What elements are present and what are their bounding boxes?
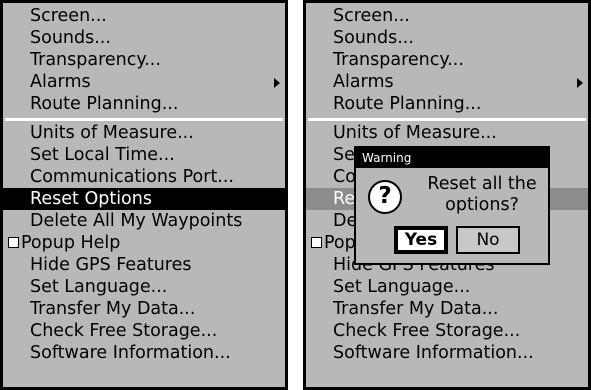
dialog-message: Reset all the options?: [412, 174, 552, 216]
dialog-message-line1: Reset all the: [427, 174, 537, 194]
menu-item-transfer-my-data[interactable]: Transfer My Data...: [3, 298, 285, 320]
menu-item-transfer-my-data[interactable]: Transfer My Data...: [306, 298, 588, 320]
no-button[interactable]: No: [456, 226, 520, 254]
menu-item-route-planning[interactable]: Route Planning...: [306, 93, 588, 115]
menu-item-software-information[interactable]: Software Information...: [306, 342, 588, 364]
menu-item-label: Alarms: [30, 72, 91, 92]
question-icon: ?: [368, 180, 402, 214]
popup-help-checkbox[interactable]: [311, 237, 322, 248]
menu-item-transparency[interactable]: Transparency...: [3, 49, 285, 71]
menu-item-alarms[interactable]: Alarms: [306, 71, 588, 93]
menu-item-hide-gps-features[interactable]: Hide GPS Features: [3, 254, 285, 276]
menu-item-check-free-storage[interactable]: Check Free Storage...: [3, 320, 285, 342]
popup-help-checkbox[interactable]: [8, 237, 19, 248]
menu-item-units-of-measure[interactable]: Units of Measure...: [306, 122, 588, 144]
menu-item-sounds[interactable]: Sounds...: [3, 27, 285, 49]
menu-item-set-language[interactable]: Set Language...: [306, 276, 588, 298]
menu-item-set-local-time[interactable]: Set Local Time...: [3, 144, 285, 166]
menu-item-screen[interactable]: Screen...: [306, 5, 588, 27]
warning-dialog: Warning ? Reset all the options? Yes No: [354, 146, 550, 265]
menu-item-set-language[interactable]: Set Language...: [3, 276, 285, 298]
menu-divider: [5, 118, 283, 121]
yes-button-label: Yes: [398, 230, 444, 250]
submenu-arrow-icon: [577, 78, 583, 88]
menu-item-check-free-storage[interactable]: Check Free Storage...: [306, 320, 588, 342]
menu-item-delete-all-waypoints[interactable]: Delete All My Waypoints: [3, 210, 285, 232]
menu-item-software-information[interactable]: Software Information...: [3, 342, 285, 364]
menu-item-communications-port[interactable]: Communications Port...: [3, 166, 285, 188]
menu-item-sounds[interactable]: Sounds...: [306, 27, 588, 49]
dialog-title: Warning: [356, 148, 548, 168]
menu-item-popup-help[interactable]: Popup Help: [3, 232, 285, 254]
menu-item-screen[interactable]: Screen...: [3, 5, 285, 27]
yes-button[interactable]: Yes: [394, 226, 448, 254]
menu-item-label: Alarms: [333, 72, 394, 92]
menu-item-units-of-measure[interactable]: Units of Measure...: [3, 122, 285, 144]
menu-item-transparency[interactable]: Transparency...: [306, 49, 588, 71]
dialog-message-line2: options?: [445, 195, 519, 215]
menu-divider: [308, 118, 586, 121]
menu-item-route-planning[interactable]: Route Planning...: [3, 93, 285, 115]
menu-item-label: Popup Help: [21, 233, 121, 253]
left-menu-panel: Screen... Sounds... Transparency... Alar…: [0, 0, 288, 390]
menu-item-alarms[interactable]: Alarms: [3, 71, 285, 93]
menu-item-reset-options[interactable]: Reset Options: [3, 188, 285, 210]
submenu-arrow-icon: [274, 78, 280, 88]
